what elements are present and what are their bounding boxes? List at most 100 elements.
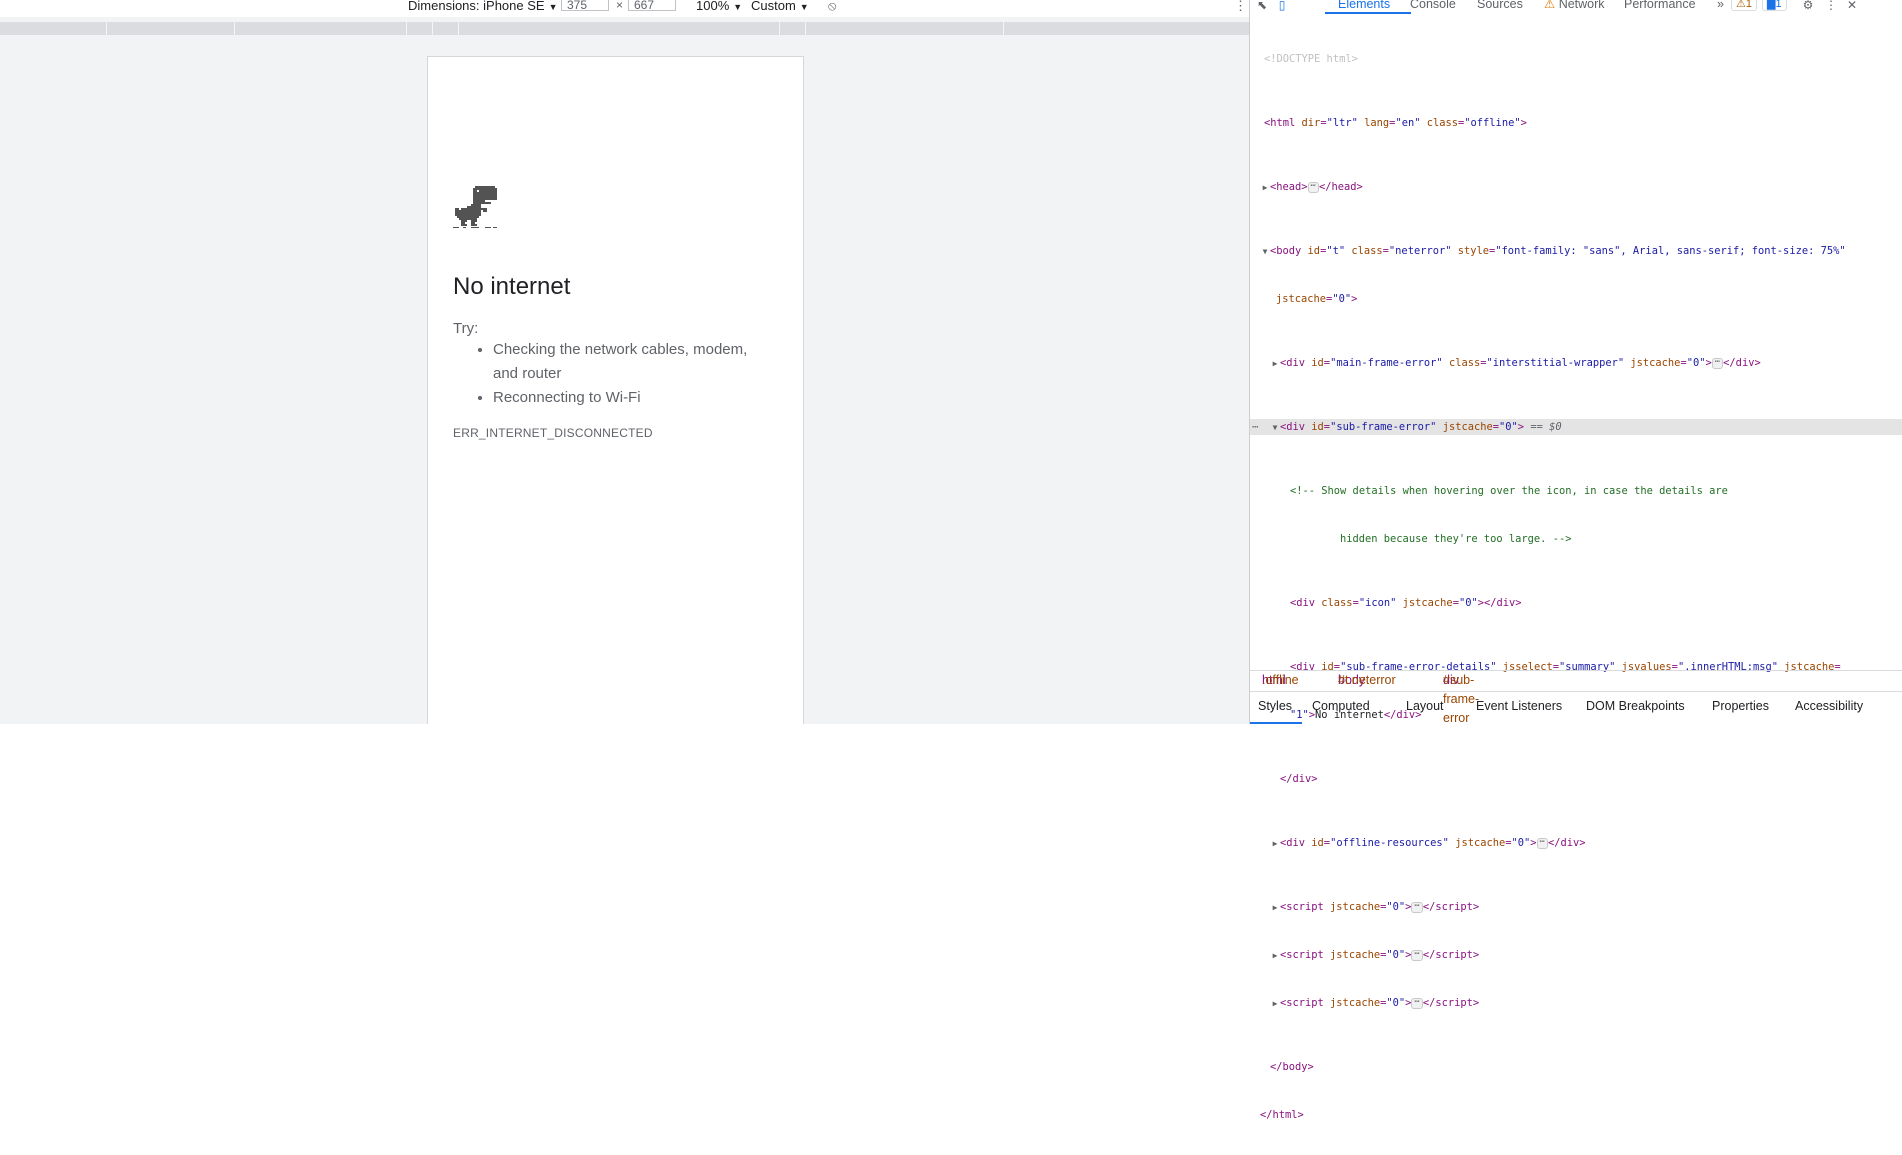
- ellipsis-icon[interactable]: ⋯: [1307, 181, 1319, 193]
- expand-arrow-icon[interactable]: ▶: [1270, 356, 1280, 371]
- zoom-dropdown[interactable]: 100% ▼: [696, 0, 742, 14]
- attr-value: "interstitial-wrapper": [1486, 357, 1625, 369]
- ruler-segment[interactable]: [805, 22, 1004, 35]
- height-input[interactable]: 667: [628, 0, 676, 11]
- expand-arrow-icon[interactable]: ▶: [1270, 948, 1280, 963]
- tag-text: </div>: [1484, 597, 1522, 609]
- attr-value: "0": [1458, 597, 1478, 609]
- warnings-badge[interactable]: ⚠1: [1731, 0, 1757, 11]
- dom-node-html-close[interactable]: </html>: [1250, 1107, 1902, 1123]
- expand-arrow-icon[interactable]: ▶: [1270, 836, 1280, 851]
- dom-node-doctype[interactable]: <!DOCTYPE html>: [1250, 51, 1902, 67]
- times-sign: ×: [616, 0, 624, 12]
- more-actions-icon[interactable]: ⋯: [1252, 419, 1258, 435]
- tab-sources[interactable]: Sources: [1477, 0, 1523, 11]
- tab-dom-breakpoints[interactable]: DOM Breakpoints: [1586, 699, 1685, 713]
- tab-styles[interactable]: Styles: [1258, 699, 1292, 713]
- dom-node-body[interactable]: ▼ <body id="t" class="neterror" style="fo…: [1250, 243, 1902, 259]
- dom-node-comment-cont[interactable]: hidden because they're too large. -->: [1250, 531, 1902, 547]
- attr-name: id: [1311, 837, 1324, 849]
- width-input[interactable]: 375: [561, 0, 609, 11]
- comment-text: hidden because they're too large. -->: [1340, 533, 1572, 545]
- dom-node-script[interactable]: ▶ <script jstcache="0"> ⋯ </script>: [1250, 947, 1902, 963]
- attr-name: jstcache: [1630, 357, 1681, 369]
- tab-network[interactable]: ⚠ Network: [1544, 0, 1605, 11]
- tab-layout[interactable]: Layout: [1406, 699, 1444, 713]
- dom-node-script[interactable]: ▶ <script jstcache="0"> ⋯ </script>: [1250, 899, 1902, 915]
- warning-icon: ⚠: [1736, 0, 1746, 10]
- ruler-segment[interactable]: [106, 22, 235, 35]
- expand-arrow-icon[interactable]: ▶: [1270, 900, 1280, 915]
- ruler-segment[interactable]: [1003, 22, 1249, 35]
- messages-badge[interactable]: ▆1: [1762, 0, 1787, 11]
- tab-accessibility[interactable]: Accessibility: [1795, 699, 1863, 713]
- dinosaur-icon: [453, 186, 497, 228]
- collapse-arrow-icon[interactable]: ▼: [1270, 420, 1280, 435]
- dom-node-sub-frame-error[interactable]: ⋯ ▼ <div id="sub-frame-error" jstcache="0"…: [1250, 419, 1902, 435]
- dom-node-body-cont[interactable]: jstcache="0">: [1250, 291, 1902, 307]
- expand-arrow-icon[interactable]: ▶: [1270, 996, 1280, 1011]
- tag-text: <div: [1280, 357, 1312, 369]
- ellipsis-icon[interactable]: ⋯: [1411, 901, 1423, 913]
- ruler-segment[interactable]: [779, 22, 806, 35]
- attr-name: jstcache: [1330, 997, 1381, 1009]
- tab-performance[interactable]: Performance: [1624, 0, 1696, 11]
- chevron-down-icon: ▼: [799, 2, 809, 12]
- attr-name: jstcache: [1442, 421, 1493, 433]
- ruler-segment[interactable]: [406, 22, 433, 35]
- dom-node-comment[interactable]: <!-- Show details when hovering over the…: [1250, 483, 1902, 499]
- attr-value: "offline": [1464, 117, 1521, 129]
- more-options-icon[interactable]: ⋮: [1824, 0, 1838, 12]
- attr-value: "0": [1499, 421, 1518, 433]
- dom-tree[interactable]: <!DOCTYPE html> <html dir="ltr" lang="en…: [1250, 19, 1902, 1155]
- dom-node-offline-resources[interactable]: ▶ <div id="offline-resources" jstcache="0…: [1250, 835, 1902, 851]
- ellipsis-icon[interactable]: ⋯: [1711, 357, 1724, 369]
- attr-value: "font-family: "sans", Arial, sans-serif;…: [1495, 245, 1846, 257]
- active-tab-indicator: [1325, 12, 1411, 14]
- tag-text: <div: [1280, 421, 1312, 433]
- punct: >: [1530, 837, 1537, 849]
- close-icon[interactable]: ✕: [1845, 0, 1859, 12]
- dom-node-icon-div[interactable]: <div class="icon" jstcache="0"></div>: [1250, 595, 1902, 611]
- ruler-segment[interactable]: [234, 22, 407, 35]
- throttle-dropdown[interactable]: Custom ▼: [751, 0, 809, 14]
- more-tabs-button[interactable]: »: [1717, 0, 1724, 11]
- inspect-element-icon[interactable]: ⬉: [1255, 0, 1269, 12]
- attr-value: "icon": [1358, 597, 1397, 609]
- ruler-segment[interactable]: [432, 22, 459, 35]
- device-dimensions-dropdown[interactable]: Dimensions: iPhone SE ▼: [408, 0, 558, 14]
- dom-node-main-frame-error[interactable]: ▶ <div id="main-frame-error" class="inter…: [1250, 355, 1902, 371]
- tab-elements[interactable]: Elements: [1338, 0, 1390, 11]
- attr-value: "offline-resources": [1330, 837, 1449, 849]
- tag-text: </head>: [1318, 181, 1363, 193]
- ruler-segment[interactable]: [458, 22, 780, 35]
- tab-properties[interactable]: Properties: [1712, 699, 1769, 713]
- tag-text: </script>: [1422, 901, 1480, 913]
- tab-console[interactable]: Console: [1410, 0, 1456, 11]
- attr-value: "0": [1332, 293, 1352, 305]
- ellipsis-icon[interactable]: ⋯: [1536, 837, 1548, 849]
- collapse-arrow-icon[interactable]: ▼: [1260, 244, 1270, 259]
- dom-node-div-close[interactable]: </div>: [1250, 771, 1902, 787]
- page-title: No internet: [453, 273, 571, 300]
- dom-node-body-close[interactable]: </body>: [1250, 1059, 1902, 1075]
- dom-node-head[interactable]: ▶ <head> ⋯ </head>: [1250, 179, 1902, 195]
- tab-event-listeners[interactable]: Event Listeners: [1476, 699, 1562, 713]
- tab-computed[interactable]: Computed: [1312, 699, 1370, 713]
- attr-value: "0": [1686, 357, 1706, 369]
- dom-node-html[interactable]: <html dir="ltr" lang="en" class="offline…: [1250, 115, 1902, 131]
- rotate-icon[interactable]: ⦸: [828, 0, 836, 14]
- dom-node-script[interactable]: ▶ <script jstcache="0"> ⋯ </script>: [1250, 995, 1902, 1011]
- chevron-down-icon: ▼: [548, 2, 558, 12]
- ellipsis-icon[interactable]: ⋯: [1411, 997, 1423, 1009]
- attr-name: jstcache: [1276, 293, 1327, 305]
- attr-name: class: [1321, 597, 1353, 609]
- attr-name: jstcache: [1402, 597, 1453, 609]
- device-toolbar-icon[interactable]: ▯: [1275, 0, 1289, 12]
- expand-arrow-icon[interactable]: ▶: [1260, 180, 1270, 195]
- settings-gear-icon[interactable]: ⚙: [1801, 0, 1815, 12]
- styles-pane-tabs: Styles Computed Layout Event Listeners D…: [1250, 691, 1902, 725]
- media-query-ruler[interactable]: [0, 22, 1249, 35]
- more-options-icon[interactable]: ⋮: [1234, 0, 1247, 14]
- ellipsis-icon[interactable]: ⋯: [1411, 949, 1423, 961]
